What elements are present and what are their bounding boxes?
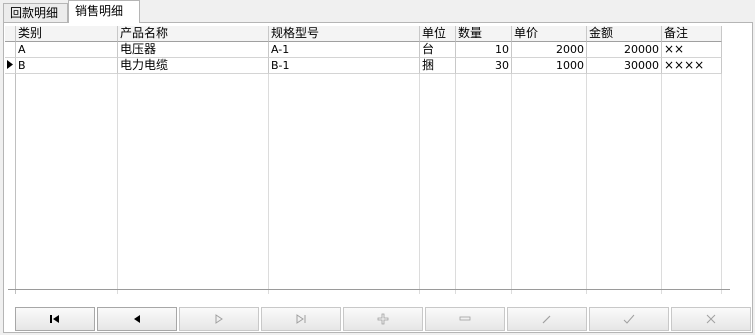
first-record-icon [50,315,59,323]
row-indicator[interactable] [5,42,16,58]
cell-price[interactable]: 2000 [512,42,587,58]
prior-record-button[interactable] [97,307,177,331]
column-header-category[interactable]: 类别 [16,26,118,42]
cell-quantity[interactable]: 30 [456,58,512,74]
column-header-remark[interactable]: 备注 [662,26,722,42]
delete-record-button[interactable] [425,307,505,331]
cell-spec[interactable]: A-1 [269,42,420,58]
cell-product[interactable]: 电压器 [118,42,269,58]
edit-record-button[interactable] [507,307,587,331]
record-navigator [15,307,751,332]
grid-header: 类别 产品名称 规格型号 单位 数量 单价 金额 备注 [5,26,750,42]
prior-record-icon [134,315,140,323]
insert-record-icon [377,313,389,325]
tab-payment-details[interactable]: 回款明细 [3,3,68,22]
post-record-button[interactable] [589,307,669,331]
tab-bar: 回款明细 销售明细 [0,0,755,23]
cell-amount[interactable]: 20000 [587,42,662,58]
first-record-button[interactable] [15,307,95,331]
cell-category[interactable]: A [16,42,118,58]
row-indicator[interactable] [5,58,16,74]
post-record-icon [623,314,635,324]
sales-grid[interactable]: 类别 产品名称 规格型号 单位 数量 单价 金额 备注 A 电压器 A-1 台 … [5,26,750,294]
last-record-button[interactable] [261,307,341,331]
sales-details-panel: 类别 产品名称 规格型号 单位 数量 单价 金额 备注 A 电压器 A-1 台 … [3,22,753,333]
delete-record-icon [459,316,471,321]
table-row[interactable]: A 电压器 A-1 台 10 2000 20000 ×× [5,42,750,58]
cell-remark[interactable]: ×× [662,42,722,58]
column-header-price[interactable]: 单价 [512,26,587,42]
edit-record-icon [542,315,551,324]
cell-product[interactable]: 电力电缆 [118,58,269,74]
column-header-unit[interactable]: 单位 [420,26,456,42]
cancel-edit-button[interactable] [671,307,751,331]
cell-spec[interactable]: B-1 [269,58,420,74]
divider [8,289,730,290]
last-record-icon [296,314,306,324]
cell-unit[interactable]: 捆 [420,58,456,74]
tab-sales-details[interactable]: 销售明细 [68,0,140,23]
indicator-header [5,26,16,42]
cell-unit[interactable]: 台 [420,42,456,58]
next-record-button[interactable] [179,307,259,331]
column-header-amount[interactable]: 金额 [587,26,662,42]
cell-price[interactable]: 1000 [512,58,587,74]
column-header-spec[interactable]: 规格型号 [269,26,420,42]
next-record-icon [215,314,223,324]
column-header-product[interactable]: 产品名称 [118,26,269,42]
insert-record-button[interactable] [343,307,423,331]
cell-category[interactable]: B [16,58,118,74]
cell-amount[interactable]: 30000 [587,58,662,74]
table-row[interactable]: B 电力电缆 B-1 捆 30 1000 30000 ×××× [5,58,750,74]
cell-quantity[interactable]: 10 [456,42,512,58]
cell-remark[interactable]: ×××× [662,58,722,74]
cancel-edit-icon [706,314,716,324]
current-row-arrow-icon [7,60,13,69]
column-header-quantity[interactable]: 数量 [456,26,512,42]
